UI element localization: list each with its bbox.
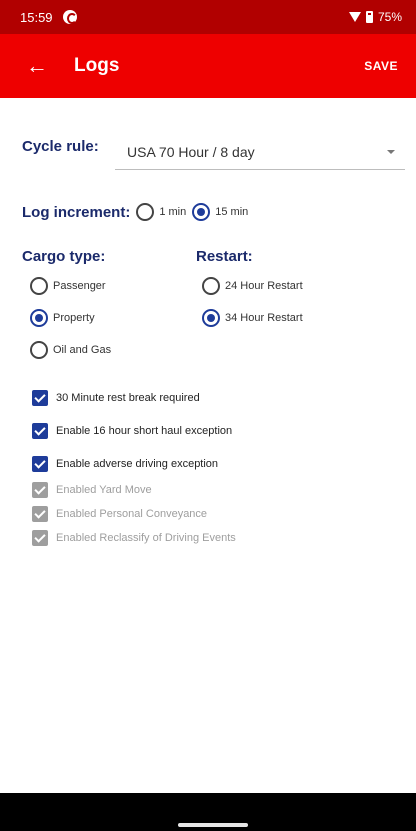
cargo-option-label: Passenger: [53, 280, 106, 292]
battery-icon: [365, 11, 373, 23]
cycle-rule-row: Cycle rule: USA 70 Hour / 8 day: [22, 138, 405, 170]
radio-selected-icon: [30, 309, 48, 327]
radio-unselected-icon: [30, 277, 48, 295]
page-title: Logs: [74, 55, 120, 76]
checkbox-checked-icon: [32, 456, 48, 472]
checkbox-short-haul-exception[interactable]: Enable 16 hour short haul exception: [32, 423, 232, 439]
log-increment-label: Log increment:: [22, 203, 131, 221]
cycle-rule-value: USA 70 Hour / 8 day: [127, 143, 255, 160]
checkbox-yard-move: Enabled Yard Move: [32, 482, 152, 498]
cargo-option-oil-and-gas[interactable]: Oil and Gas: [30, 341, 111, 359]
dropdown-arrow-icon: [387, 149, 395, 154]
checkbox-label: Enable 16 hour short haul exception: [56, 425, 233, 437]
back-arrow-icon[interactable]: ←: [26, 55, 54, 77]
cargo-option-passenger[interactable]: Passenger: [30, 277, 106, 295]
cycle-rule-dropdown[interactable]: USA 70 Hour / 8 day: [115, 134, 405, 170]
checkbox-30-min-rest-break[interactable]: 30 Minute rest break required: [32, 390, 200, 406]
save-button[interactable]: SAVE: [358, 53, 404, 79]
app-bar: ← Logs SAVE: [0, 34, 416, 98]
radio-unselected-icon: [136, 203, 155, 221]
radio-unselected-icon: [30, 341, 48, 359]
radio-selected-icon: [192, 203, 211, 221]
checkbox-checked-icon: [32, 390, 48, 406]
status-time: 15:59: [20, 9, 53, 25]
cargo-option-property[interactable]: Property: [30, 309, 95, 327]
increment-option-label: 1 min: [159, 206, 187, 218]
checkbox-adverse-driving[interactable]: Enable adverse driving exception: [32, 456, 218, 472]
checkbox-checked-icon: [32, 530, 48, 546]
restart-option-34-hour[interactable]: 34 Hour Restart: [202, 309, 303, 327]
status-bar: 15:59 75%: [0, 0, 416, 34]
radio-selected-icon: [202, 309, 220, 327]
restart-option-label: 34 Hour Restart: [225, 312, 303, 324]
increment-option-15-min[interactable]: 15 min: [192, 203, 248, 221]
wifi-icon: [348, 12, 361, 22]
checkbox-label: Enabled Personal Conveyance: [56, 508, 208, 520]
increment-option-label: 15 min: [215, 206, 249, 218]
checkbox-checked-icon: [32, 506, 48, 522]
checkbox-label: Enabled Reclassify of Driving Events: [56, 532, 236, 544]
cargo-type-label: Cargo type:: [22, 248, 106, 265]
restart-option-24-hour[interactable]: 24 Hour Restart: [202, 277, 303, 295]
restart-label: Restart:: [196, 248, 253, 265]
checkbox-personal-conveyance: Enabled Personal Conveyance: [32, 506, 207, 522]
checkbox-label: Enable adverse driving exception: [56, 458, 219, 470]
cycle-rule-label: Cycle rule:: [22, 138, 99, 155]
home-gesture-handle[interactable]: [178, 823, 248, 827]
system-navigation-bar: [0, 793, 416, 831]
settings-form: Cycle rule: USA 70 Hour / 8 day Log incr…: [0, 98, 416, 793]
restart-option-label: 24 Hour Restart: [225, 280, 303, 292]
checkbox-reclassify-driving-events: Enabled Reclassify of Driving Events: [32, 530, 236, 546]
increment-option-1-min[interactable]: 1 min: [136, 203, 186, 221]
checkbox-checked-icon: [32, 482, 48, 498]
app-notification-icon: [62, 10, 77, 24]
battery-level: 75%: [377, 10, 402, 24]
checkbox-label: Enabled Yard Move: [56, 484, 152, 496]
log-increment-row: Log increment: 1 min 15 min: [22, 203, 248, 221]
cargo-option-label: Oil and Gas: [53, 344, 112, 356]
radio-unselected-icon: [202, 277, 220, 295]
cargo-option-label: Property: [53, 312, 95, 324]
checkbox-checked-icon: [32, 423, 48, 439]
checkbox-label: 30 Minute rest break required: [56, 392, 200, 404]
